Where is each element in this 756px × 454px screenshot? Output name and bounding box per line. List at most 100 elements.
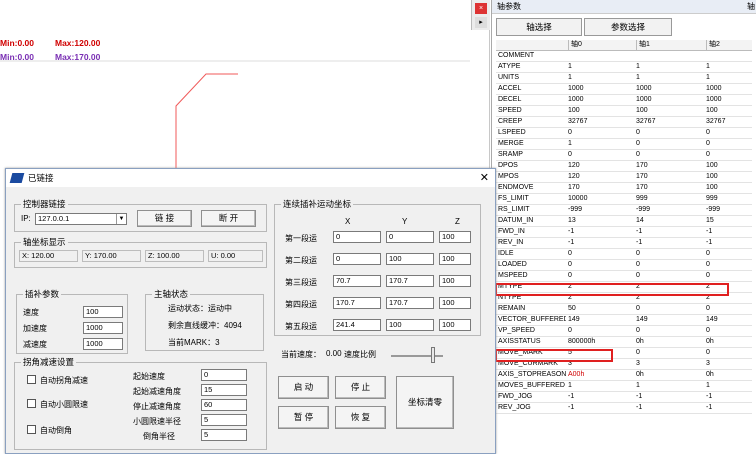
- chk-auto-chamfer-label: 自动倒角: [40, 426, 72, 435]
- table-row[interactable]: REMAIN 50 0 0: [496, 304, 752, 315]
- table-row[interactable]: LOADED 0 0 0: [496, 260, 752, 271]
- param-value-axis0: 0: [568, 129, 572, 136]
- table-row[interactable]: UNITS 1 1 1: [496, 73, 752, 84]
- table-row[interactable]: ENDMOVE 170 170 100: [496, 183, 752, 194]
- table-row[interactable]: RS_LIMIT -999 -999 -999: [496, 205, 752, 216]
- chk-auto-chamfer[interactable]: [27, 425, 36, 434]
- stop-angle-input[interactable]: 60: [201, 399, 247, 411]
- speed-ratio-slider[interactable]: [431, 347, 435, 363]
- table-row[interactable]: MPOS 120 170 100: [496, 172, 752, 183]
- speed-input[interactable]: 100: [83, 306, 123, 318]
- segment-z-input[interactable]: 100: [439, 297, 471, 309]
- stop-button[interactable]: 停 止: [335, 376, 386, 399]
- table-row[interactable]: DPOS 120 170 100: [496, 161, 752, 172]
- param-value-axis2: 0: [706, 261, 710, 268]
- segment-x-input[interactable]: 241.4: [333, 319, 381, 331]
- param-value-axis0: 170: [568, 184, 580, 191]
- table-row[interactable]: ACCEL 1000 1000 1000: [496, 84, 752, 95]
- table-row[interactable]: DATUM_IN 13 14 15: [496, 216, 752, 227]
- start-angle-input[interactable]: 15: [201, 384, 247, 396]
- tab-param-select[interactable]: 参数选择: [584, 18, 672, 36]
- segment-x-input[interactable]: 0: [333, 231, 381, 243]
- disconnect-button[interactable]: 断 开: [201, 210, 256, 227]
- param-value-axis1: 0: [636, 327, 640, 334]
- radius-input[interactable]: 5: [201, 414, 247, 426]
- table-row[interactable]: FWD_IN -1 -1 -1: [496, 227, 752, 238]
- param-value-axis1: 0: [636, 140, 640, 147]
- chamfer-input[interactable]: 5: [201, 429, 247, 441]
- segment-y-input[interactable]: 170.7: [386, 297, 434, 309]
- accel-input[interactable]: 1000: [83, 322, 123, 334]
- segment-z-input[interactable]: 100: [439, 231, 471, 243]
- table-row[interactable]: VECTOR_BUFFERED 149 149 149: [496, 315, 752, 326]
- segment-x-input[interactable]: 170.7: [333, 297, 381, 309]
- spindle-status-group: 主轴状态 运动状态：运动中 剩余直线缓冲：4094 当前MARK：3: [145, 288, 264, 351]
- param-name: MERGE: [498, 140, 524, 147]
- table-row[interactable]: MSPEED 0 0 0: [496, 271, 752, 282]
- segment-y-input[interactable]: 100: [386, 253, 434, 265]
- chevron-down-icon[interactable]: ▼: [116, 214, 126, 224]
- segment-y-input[interactable]: 0: [386, 231, 434, 243]
- ip-value: 127.0.0.1: [38, 214, 70, 223]
- param-value-axis1: 0: [636, 305, 640, 312]
- param-value-axis1: -1: [636, 239, 643, 246]
- table-row[interactable]: AXIS_STOPREASON A00h 0h 0h: [496, 370, 752, 381]
- param-value-axis0: 0: [568, 250, 572, 257]
- segment-name: 第四段运: [285, 300, 317, 309]
- table-row[interactable]: DECEL 1000 1000 1000: [496, 95, 752, 106]
- param-value-axis0: 1: [568, 140, 572, 147]
- tab-axis-select[interactable]: 轴选择: [496, 18, 582, 36]
- segment-x-input[interactable]: 0: [333, 253, 381, 265]
- plot-scroll-icon[interactable]: ▸: [475, 17, 487, 28]
- param-value-axis0: 1: [568, 63, 572, 70]
- param-value-axis1: 0h: [636, 371, 644, 378]
- chk-auto-corner[interactable]: [27, 375, 36, 384]
- param-value-axis2: 1: [706, 74, 710, 81]
- decel-input[interactable]: 1000: [83, 338, 123, 350]
- chk-auto-corner-label: 自动拐角减速: [40, 376, 88, 385]
- table-row[interactable]: REV_IN -1 -1 -1: [496, 238, 752, 249]
- connect-button[interactable]: 链 接: [137, 210, 192, 227]
- segment-z-input[interactable]: 100: [439, 319, 471, 331]
- zero-coords-button[interactable]: 坐标清零: [396, 376, 454, 429]
- chk-small-circle[interactable]: [27, 399, 36, 408]
- close-icon[interactable]: ✕: [480, 171, 489, 185]
- param-value-axis2: 100: [706, 162, 718, 169]
- table-row[interactable]: SRAMP 0 0 0: [496, 150, 752, 161]
- param-value-axis1: 1000: [636, 85, 652, 92]
- param-value-axis0: 50: [568, 305, 576, 312]
- table-row[interactable]: IDLE 0 0 0: [496, 249, 752, 260]
- ip-select[interactable]: 127.0.0.1 ▼: [35, 213, 127, 225]
- segment-y-input[interactable]: 170.7: [386, 275, 434, 287]
- table-row[interactable]: LSPEED 0 0 0: [496, 128, 752, 139]
- resume-button[interactable]: 恢 复: [335, 406, 386, 429]
- table-row[interactable]: FS_LIMIT 10000 999 999: [496, 194, 752, 205]
- table-row[interactable]: CREEP 32767 32767 32767: [496, 117, 752, 128]
- table-row[interactable]: AXISSTATUS 800000h 0h 0h: [496, 337, 752, 348]
- plot-close-icon[interactable]: ×: [475, 3, 487, 14]
- pause-button[interactable]: 暂 停: [278, 406, 329, 429]
- param-name: COMMENT: [498, 52, 535, 59]
- param-name: REMAIN: [498, 305, 526, 312]
- segment-name: 第二段运: [285, 256, 317, 265]
- table-row[interactable]: VP_SPEED 0 0 0: [496, 326, 752, 337]
- param-value-axis1: 1000: [636, 96, 652, 103]
- table-row[interactable]: MERGE 1 0 0: [496, 139, 752, 150]
- segment-z-input[interactable]: 100: [439, 253, 471, 265]
- param-value-axis0: 0: [568, 151, 572, 158]
- segment-x-input[interactable]: 70.7: [333, 275, 381, 287]
- table-row[interactable]: COMMENT: [496, 51, 752, 62]
- param-name: RS_LIMIT: [498, 206, 530, 213]
- start-speed-input[interactable]: 0: [201, 369, 247, 381]
- table-row[interactable]: REV_JOG -1 -1 -1: [496, 403, 752, 414]
- start-button[interactable]: 启 动: [278, 376, 329, 399]
- table-row[interactable]: FWD_JOG -1 -1 -1: [496, 392, 752, 403]
- param-value-axis0: -1: [568, 239, 575, 246]
- table-row[interactable]: ATYPE 1 1 1: [496, 62, 752, 73]
- speed-ratio-track[interactable]: [391, 355, 443, 357]
- segment-y-input[interactable]: 100: [386, 319, 434, 331]
- table-row[interactable]: MOVES_BUFFERED 1 1 1: [496, 381, 752, 392]
- table-row[interactable]: SPEED 100 100 100: [496, 106, 752, 117]
- param-name: FS_LIMIT: [498, 195, 529, 202]
- segment-z-input[interactable]: 100: [439, 275, 471, 287]
